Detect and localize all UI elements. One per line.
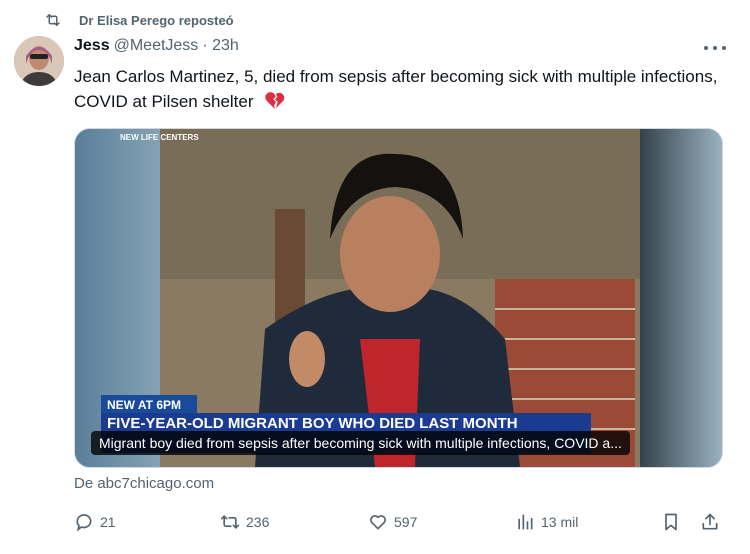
like-button[interactable]: 597: [368, 510, 417, 534]
views-button[interactable]: 13 mil: [515, 510, 578, 534]
bookmark-icon: [665, 513, 677, 531]
avatar-image: [14, 36, 64, 86]
tweet-header: Jess @MeetJess · 23h: [74, 37, 239, 55]
link-source[interactable]: De abc7chicago.com: [74, 475, 214, 492]
repost-label: Dr Elisa Perego reposteó: [79, 12, 234, 28]
heart-icon: [370, 515, 386, 530]
media-card[interactable]: NEW LIFE CENTERS NEW AT 6PM FIVE-YEAR-OL…: [74, 128, 723, 468]
reply-icon: [76, 514, 92, 532]
broken-heart-icon: [265, 92, 285, 110]
repost-count: 236: [246, 514, 270, 530]
bookmark-button[interactable]: [661, 510, 687, 534]
share-button[interactable]: [700, 510, 726, 534]
more-options-icon[interactable]: [704, 40, 726, 56]
reply-button[interactable]: 21: [74, 510, 116, 534]
share-icon: [702, 513, 718, 530]
overlay-label: NEW LIFE CENTERS: [120, 133, 199, 142]
reply-count: 21: [100, 514, 116, 530]
action-bar: 21 236 597 13 mil: [74, 510, 724, 534]
author-name[interactable]: Jess: [74, 37, 110, 55]
repost-indicator[interactable]: Dr Elisa Perego reposteó: [44, 9, 234, 31]
repost-icon: [220, 515, 240, 529]
news-headline: FIVE-YEAR-OLD MIGRANT BOY WHO DIED LAST …: [107, 415, 518, 432]
author-handle[interactable]: @MeetJess: [114, 37, 199, 55]
view-count: 13 mil: [541, 514, 579, 530]
views-icon: [518, 514, 533, 530]
tweet-time[interactable]: · 23h: [202, 37, 238, 55]
repost-icon: [46, 14, 60, 26]
tweet-body: Jean Carlos Martinez, 5, died from sepsi…: [74, 67, 718, 111]
tweet-text: Jean Carlos Martinez, 5, died from sepsi…: [74, 64, 724, 114]
avatar[interactable]: [14, 36, 64, 86]
news-photo: NEW LIFE CENTERS NEW AT 6PM FIVE-YEAR-OL…: [75, 129, 722, 467]
like-count: 597: [394, 514, 418, 530]
media-caption: Migrant boy died from sepsis after becom…: [91, 431, 630, 455]
news-tag: NEW AT 6PM: [107, 398, 181, 412]
repost-button[interactable]: 236: [220, 510, 269, 534]
